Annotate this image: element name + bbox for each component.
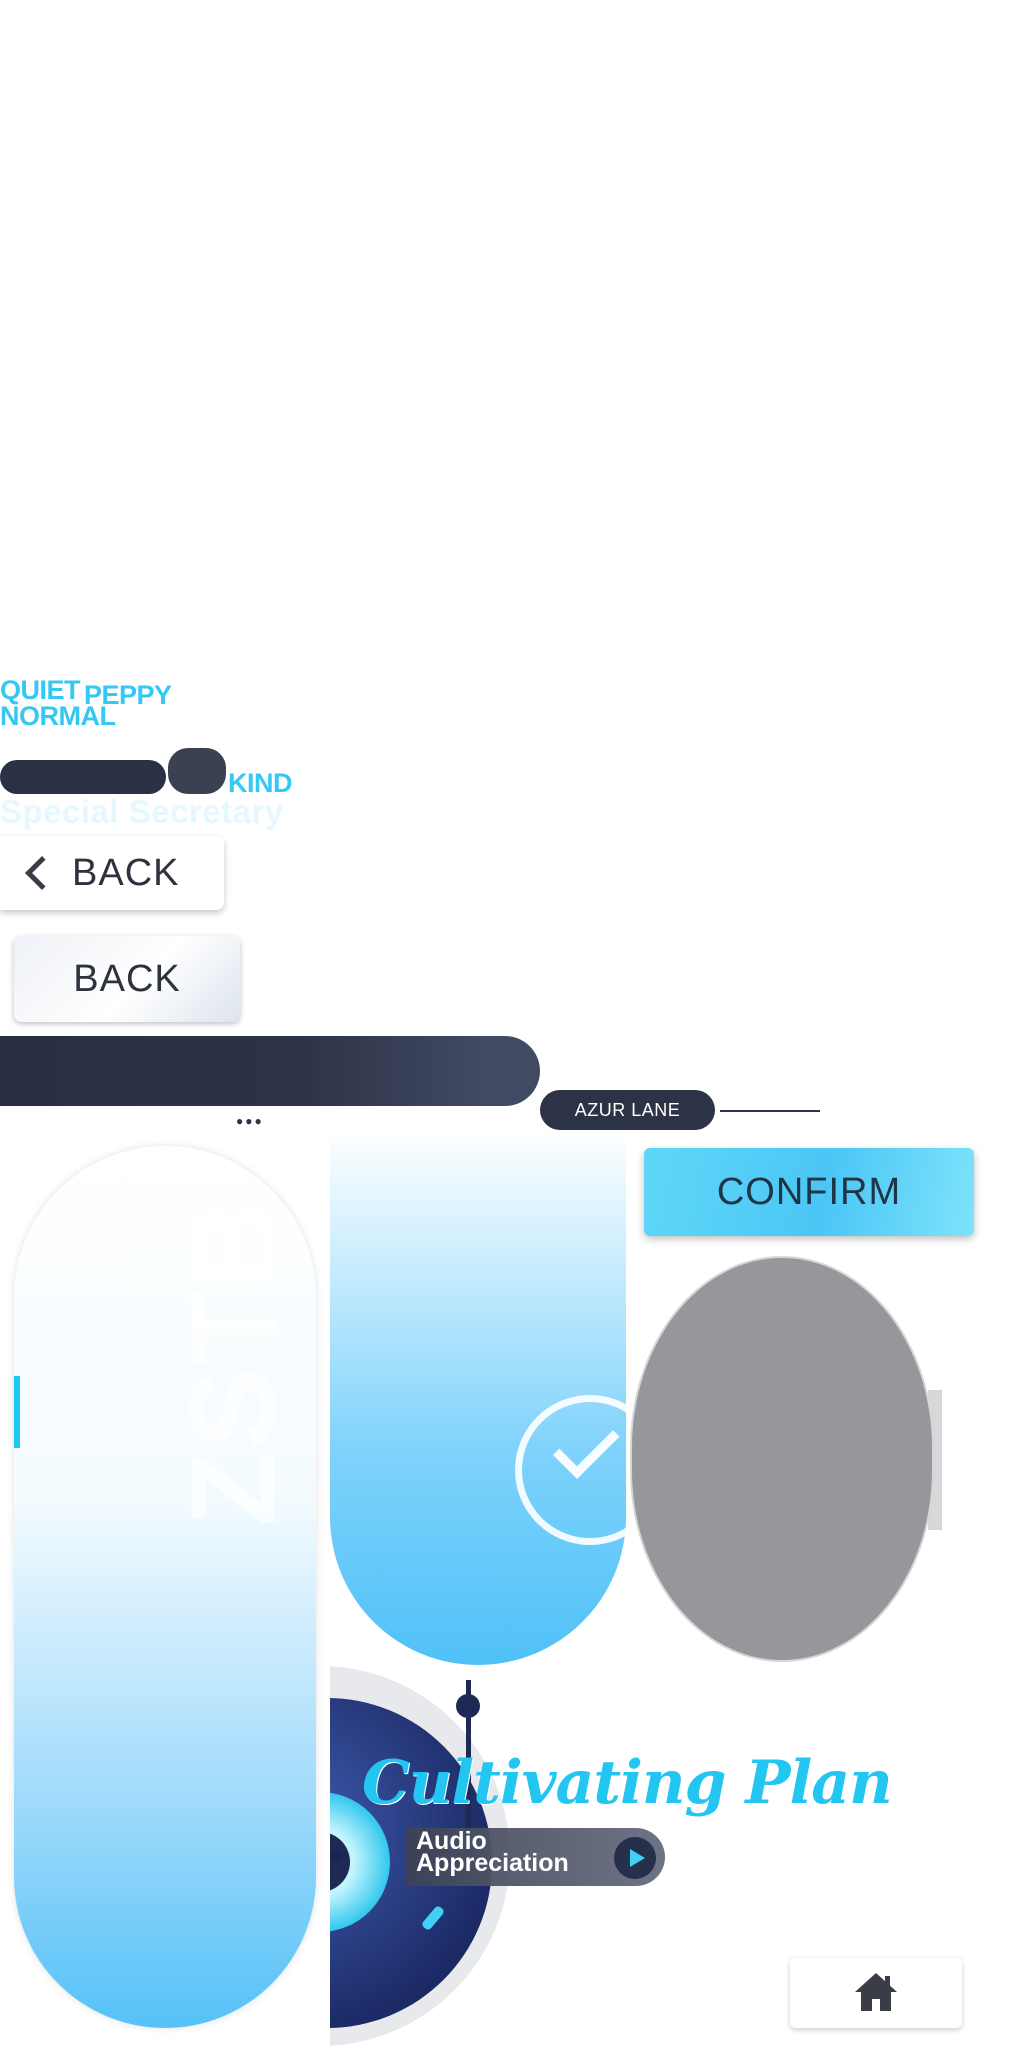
banner-dots: ●●● bbox=[236, 1114, 264, 1128]
special-secretary-label: Special Secretary bbox=[0, 793, 284, 830]
brand-tag: AZUR LANE bbox=[540, 1090, 715, 1130]
selection-capsule-left[interactable]: ZSTB bbox=[14, 1146, 316, 2028]
record-hole bbox=[331, 1851, 343, 1863]
play-icon[interactable] bbox=[614, 1837, 656, 1879]
tag-quiet: QUIET bbox=[0, 675, 81, 705]
back-button-alt[interactable]: BACK bbox=[14, 936, 240, 1022]
cultivating-plan-title: Cultivating Plan bbox=[362, 1748, 893, 1818]
confirm-button[interactable]: CONFIRM bbox=[644, 1148, 974, 1236]
gray-oval-panel[interactable] bbox=[632, 1258, 932, 1660]
tag-normal: NORMAL bbox=[0, 701, 116, 731]
chevron-left-icon bbox=[25, 856, 59, 890]
capsule-watermark: ZSTB bbox=[166, 1196, 300, 1526]
tonearm-knob bbox=[456, 1694, 480, 1718]
dark-banner bbox=[0, 1036, 540, 1106]
dark-pill-bar bbox=[0, 760, 166, 794]
audio-label-line2: Appreciation bbox=[416, 1849, 569, 1877]
back-button-label: BACK bbox=[72, 851, 180, 894]
brand-divider bbox=[720, 1110, 820, 1112]
home-icon bbox=[855, 1973, 897, 2011]
back-button[interactable]: BACK bbox=[0, 836, 224, 910]
capsule-accent-stripe bbox=[14, 1376, 20, 1448]
dark-pill-knob bbox=[168, 748, 226, 794]
audio-appreciation-label: Audio Appreciation bbox=[416, 1829, 569, 1877]
